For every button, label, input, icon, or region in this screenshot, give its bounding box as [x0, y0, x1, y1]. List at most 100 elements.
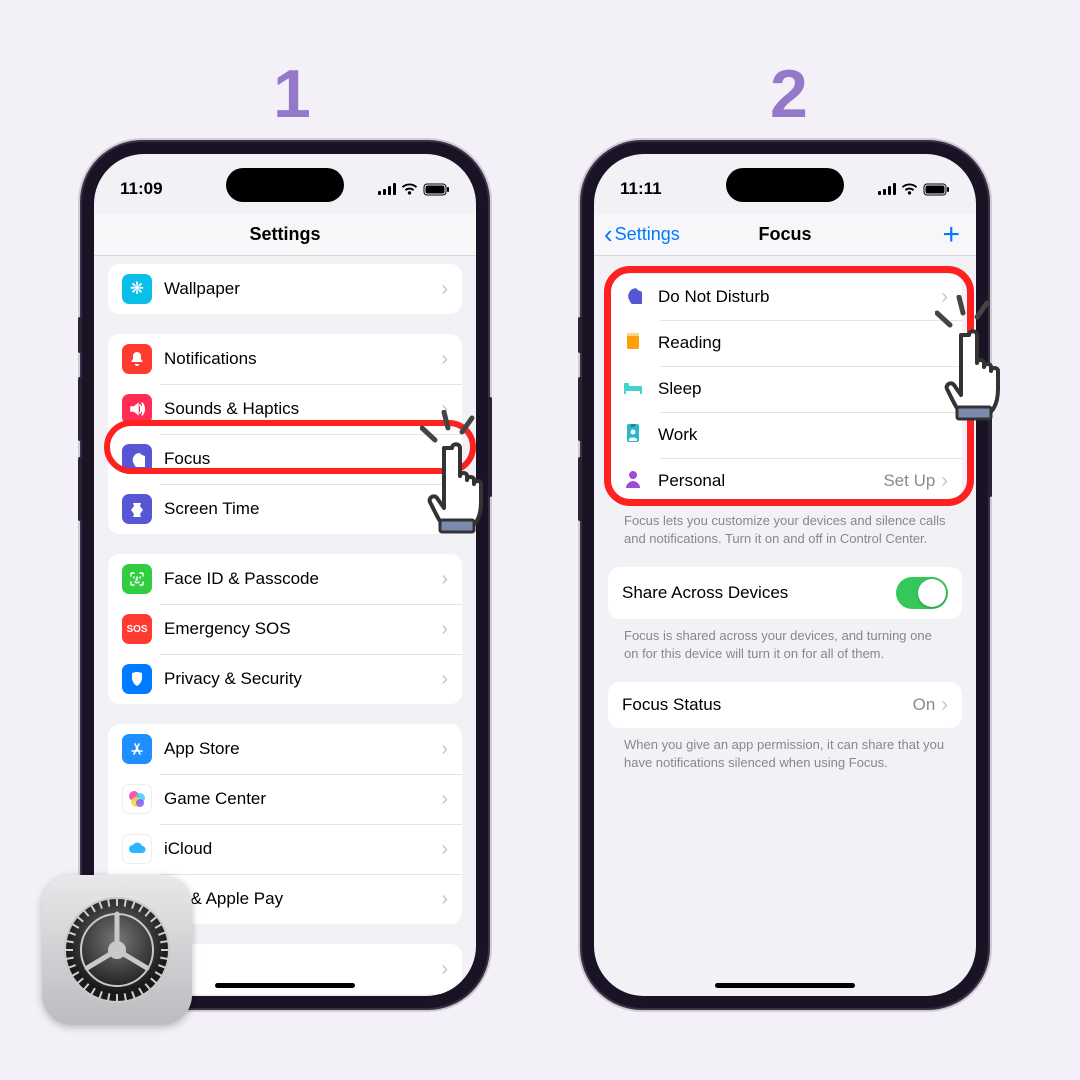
chevron-right-icon: › — [441, 498, 448, 521]
nav-bar: Settings — [94, 214, 476, 256]
chevron-right-icon: › — [441, 738, 448, 761]
chevron-right-icon: › — [441, 668, 448, 691]
chevron-right-icon: › — [441, 398, 448, 421]
book-icon — [622, 332, 644, 355]
wifi-icon — [401, 183, 418, 196]
row-label: App Store — [164, 739, 435, 759]
footer-text-1: Focus lets you customize your devices an… — [608, 504, 962, 547]
row-privacy[interactable]: Privacy & Security › — [108, 654, 462, 704]
chevron-right-icon: › — [941, 694, 948, 717]
icloud-icon — [122, 834, 152, 864]
dynamic-island — [726, 168, 844, 202]
battery-icon — [423, 183, 450, 196]
chevron-right-icon: › — [441, 838, 448, 861]
row-label: Sounds & Haptics — [164, 399, 435, 419]
row-aux: Set Up — [883, 471, 935, 491]
signal-icon — [378, 183, 396, 195]
row-screentime[interactable]: Screen Time › — [108, 484, 462, 534]
footer-text-2: Focus is shared across your devices, and… — [608, 619, 962, 662]
status-time: 11:09 — [120, 179, 163, 199]
faceid-icon — [122, 564, 152, 594]
status-time: 11:11 — [620, 179, 662, 199]
row-sounds[interactable]: Sounds & Haptics › — [108, 384, 462, 434]
gamecenter-icon — [122, 784, 152, 814]
wifi-icon — [901, 183, 918, 196]
chevron-right-icon: › — [441, 568, 448, 591]
focus-icon — [122, 444, 152, 474]
back-button[interactable]: ‹ Settings — [604, 219, 680, 250]
chevron-right-icon: › — [941, 286, 948, 309]
row-label: Emergency SOS — [164, 619, 435, 639]
home-indicator — [215, 983, 355, 988]
row-label: Do Not Disturb — [658, 287, 935, 307]
row-icloud[interactable]: iCloud › — [108, 824, 462, 874]
chevron-right-icon: › — [441, 348, 448, 371]
row-label: Reading — [658, 333, 948, 353]
add-button[interactable]: + — [942, 218, 960, 252]
row-gamecenter[interactable]: Game Center › — [108, 774, 462, 824]
row-sos[interactable]: SOS Emergency SOS › — [108, 604, 462, 654]
row-notifications[interactable]: Notifications › — [108, 334, 462, 384]
row-focus[interactable]: Focus › — [108, 434, 462, 484]
wallpaper-icon: ❋ — [122, 274, 152, 304]
row-share[interactable]: Share Across Devices — [608, 567, 962, 619]
row-sleep[interactable]: Sleep — [608, 366, 962, 412]
row-label: Focus Status — [622, 695, 913, 715]
chevron-right-icon: › — [441, 888, 448, 911]
row-appstore[interactable]: App Store › — [108, 724, 462, 774]
row-work[interactable]: Work — [608, 412, 962, 458]
row-label: Face ID & Passcode — [164, 569, 435, 589]
row-label: Focus — [164, 449, 435, 469]
row-label: Privacy & Security — [164, 669, 435, 689]
page-title: Settings — [249, 224, 320, 245]
phone-2: 11:11 ‹ Settings Focus + — [580, 140, 990, 1010]
privacy-icon — [122, 664, 152, 694]
row-reading[interactable]: Reading — [608, 320, 962, 366]
badge-icon — [622, 423, 644, 448]
row-label: Notifications — [164, 349, 435, 369]
chevron-right-icon: › — [441, 958, 448, 981]
step-number-2: 2 — [770, 55, 808, 133]
back-label: Settings — [615, 224, 680, 245]
battery-icon — [923, 183, 950, 196]
notifications-icon — [122, 344, 152, 374]
sounds-icon — [122, 394, 152, 424]
screentime-icon — [122, 494, 152, 524]
row-label: llet & Apple Pay — [164, 889, 435, 909]
row-label: Sleep — [658, 379, 948, 399]
row-dnd[interactable]: Do Not Disturb › — [608, 274, 962, 320]
chevron-right-icon: › — [941, 470, 948, 493]
chevron-left-icon: ‹ — [604, 219, 613, 250]
moon-icon — [622, 286, 644, 309]
row-faceid[interactable]: Face ID & Passcode › — [108, 554, 462, 604]
row-label: iCloud — [164, 839, 435, 859]
dynamic-island — [226, 168, 344, 202]
footer-text-3: When you give an app permission, it can … — [608, 728, 962, 771]
row-label: ps — [164, 959, 435, 979]
row-status[interactable]: Focus Status On › — [608, 682, 962, 728]
row-label: Wallpaper — [164, 279, 435, 299]
step-number-1: 1 — [273, 55, 311, 133]
row-label: Personal — [658, 471, 883, 491]
sos-icon: SOS — [122, 614, 152, 644]
row-label: Share Across Devices — [622, 583, 896, 603]
row-label: Game Center — [164, 789, 435, 809]
row-aux: On — [913, 695, 936, 715]
settings-app-icon — [42, 875, 192, 1025]
chevron-right-icon: › — [441, 788, 448, 811]
nav-bar: ‹ Settings Focus + — [594, 214, 976, 256]
row-wallpaper[interactable]: ❋ Wallpaper › — [108, 264, 462, 314]
toggle-share[interactable] — [896, 577, 948, 609]
chevron-right-icon: › — [441, 618, 448, 641]
bed-icon — [622, 379, 644, 400]
person-icon — [622, 470, 644, 493]
home-indicator — [715, 983, 855, 988]
row-label: Work — [658, 425, 948, 445]
appstore-icon — [122, 734, 152, 764]
row-personal[interactable]: Personal Set Up › — [608, 458, 962, 504]
page-title: Focus — [758, 224, 811, 245]
chevron-right-icon: › — [441, 278, 448, 301]
chevron-right-icon: › — [441, 448, 448, 471]
signal-icon — [878, 183, 896, 195]
row-label: Screen Time — [164, 499, 435, 519]
